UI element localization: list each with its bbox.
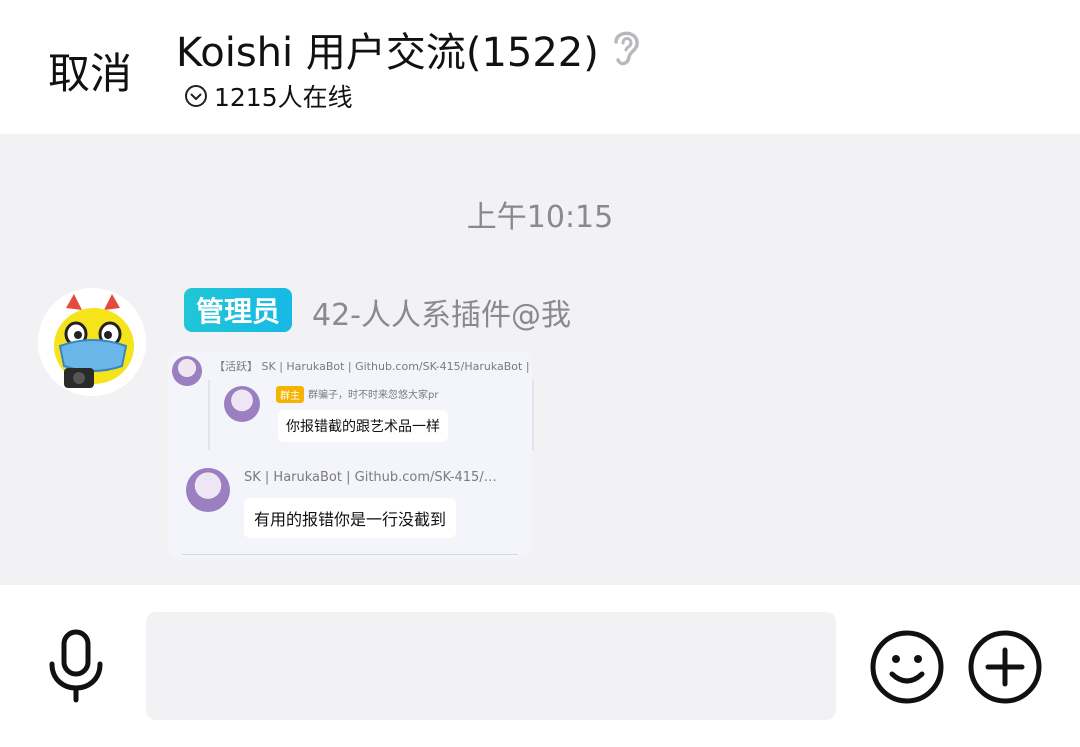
quoted-sender-line: 【活跃】 SK | HarukaBot | Github.com/SK-415/… <box>214 360 530 373</box>
message-input[interactable] <box>146 612 836 720</box>
microphone-icon[interactable] <box>44 628 108 704</box>
role-badge: 管理员 <box>184 288 293 332</box>
quoted-nickname: 群骗子，时不时来忽悠大家pr <box>308 390 439 401</box>
online-count: 1215人在线 <box>214 83 353 112</box>
cancel-button[interactable]: 取消 <box>48 40 132 101</box>
message-timestamp: 上午10:15 <box>466 200 614 235</box>
ear-icon[interactable] <box>606 24 646 70</box>
quoted-bubble: 有用的报错你是一行没截到 <box>244 498 457 538</box>
quoted-avatar <box>224 386 260 422</box>
avatar[interactable] <box>38 288 146 396</box>
divider <box>182 554 518 555</box>
owner-tag: 群主 <box>276 386 304 403</box>
plus-circle-icon[interactable] <box>966 628 1044 706</box>
quoted-avatar <box>172 356 202 386</box>
smiley-icon[interactable] <box>868 628 946 706</box>
quoted-avatar <box>186 468 230 512</box>
group-title[interactable]: Koishi 用户交流(1522) <box>176 20 599 78</box>
quoted-sender-line: SK | HarukaBot | Github.com/SK-415/… <box>244 470 497 485</box>
sender-name[interactable]: 42-人人系插件@我 <box>312 290 571 334</box>
online-status[interactable]: 1215人在线 <box>184 80 353 112</box>
chat-header: 取消 Koishi 用户交流(1522) 1215人在线 <box>0 0 1080 134</box>
quoted-bubble: 你报错截的跟艺术品一样 <box>278 410 448 442</box>
chevron-down-circle-icon <box>185 85 207 107</box>
sender-avatar-image <box>38 288 146 396</box>
image-message[interactable]: 【活跃】 SK | HarukaBot | Github.com/SK-415/… <box>168 352 534 558</box>
